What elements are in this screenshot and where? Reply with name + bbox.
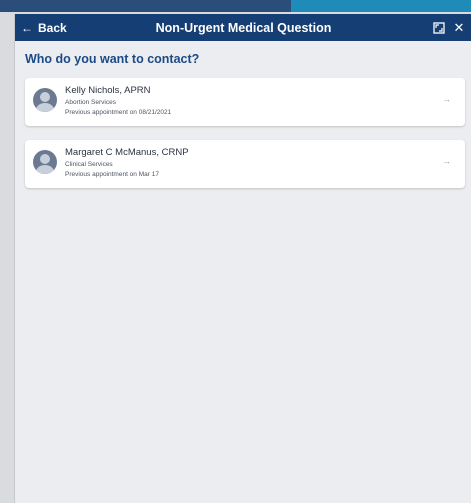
page-title: Non-Urgent Medical Question <box>155 20 332 35</box>
contact-service: Clinical Services <box>65 161 113 168</box>
close-icon[interactable]: ✕ <box>452 14 466 41</box>
contact-appointment: Previous appointment on Mar 17 <box>65 171 159 178</box>
back-label: Back <box>38 20 67 35</box>
message-panel: ← Back Non-Urgent Medical Question ✕ Who… <box>14 14 471 503</box>
contact-card-kelly-nichols[interactable]: Kelly Nichols, APRN Abortion Services Pr… <box>25 78 465 126</box>
arrow-right-icon: → <box>442 156 451 166</box>
back-button[interactable]: ← Back <box>21 14 67 41</box>
avatar <box>33 88 57 112</box>
background-accent-bar <box>291 0 471 12</box>
panel-header: ← Back Non-Urgent Medical Question ✕ <box>15 14 471 41</box>
arrow-right-icon: → <box>442 94 451 104</box>
back-arrow-icon: ← <box>21 20 33 35</box>
expand-icon[interactable] <box>432 14 446 41</box>
contact-name: Margaret C McManus, CRNP <box>65 147 189 158</box>
contact-card-margaret-mcmanus[interactable]: Margaret C McManus, CRNP Clinical Servic… <box>25 140 465 188</box>
contact-appointment: Previous appointment on 08/21/2021 <box>65 109 172 116</box>
background-top-bar <box>0 0 471 12</box>
contact-service: Abortion Services <box>65 99 116 106</box>
contact-prompt: Who do you want to contact? <box>25 52 200 66</box>
contact-name: Kelly Nichols, APRN <box>65 85 151 96</box>
avatar <box>33 150 57 174</box>
